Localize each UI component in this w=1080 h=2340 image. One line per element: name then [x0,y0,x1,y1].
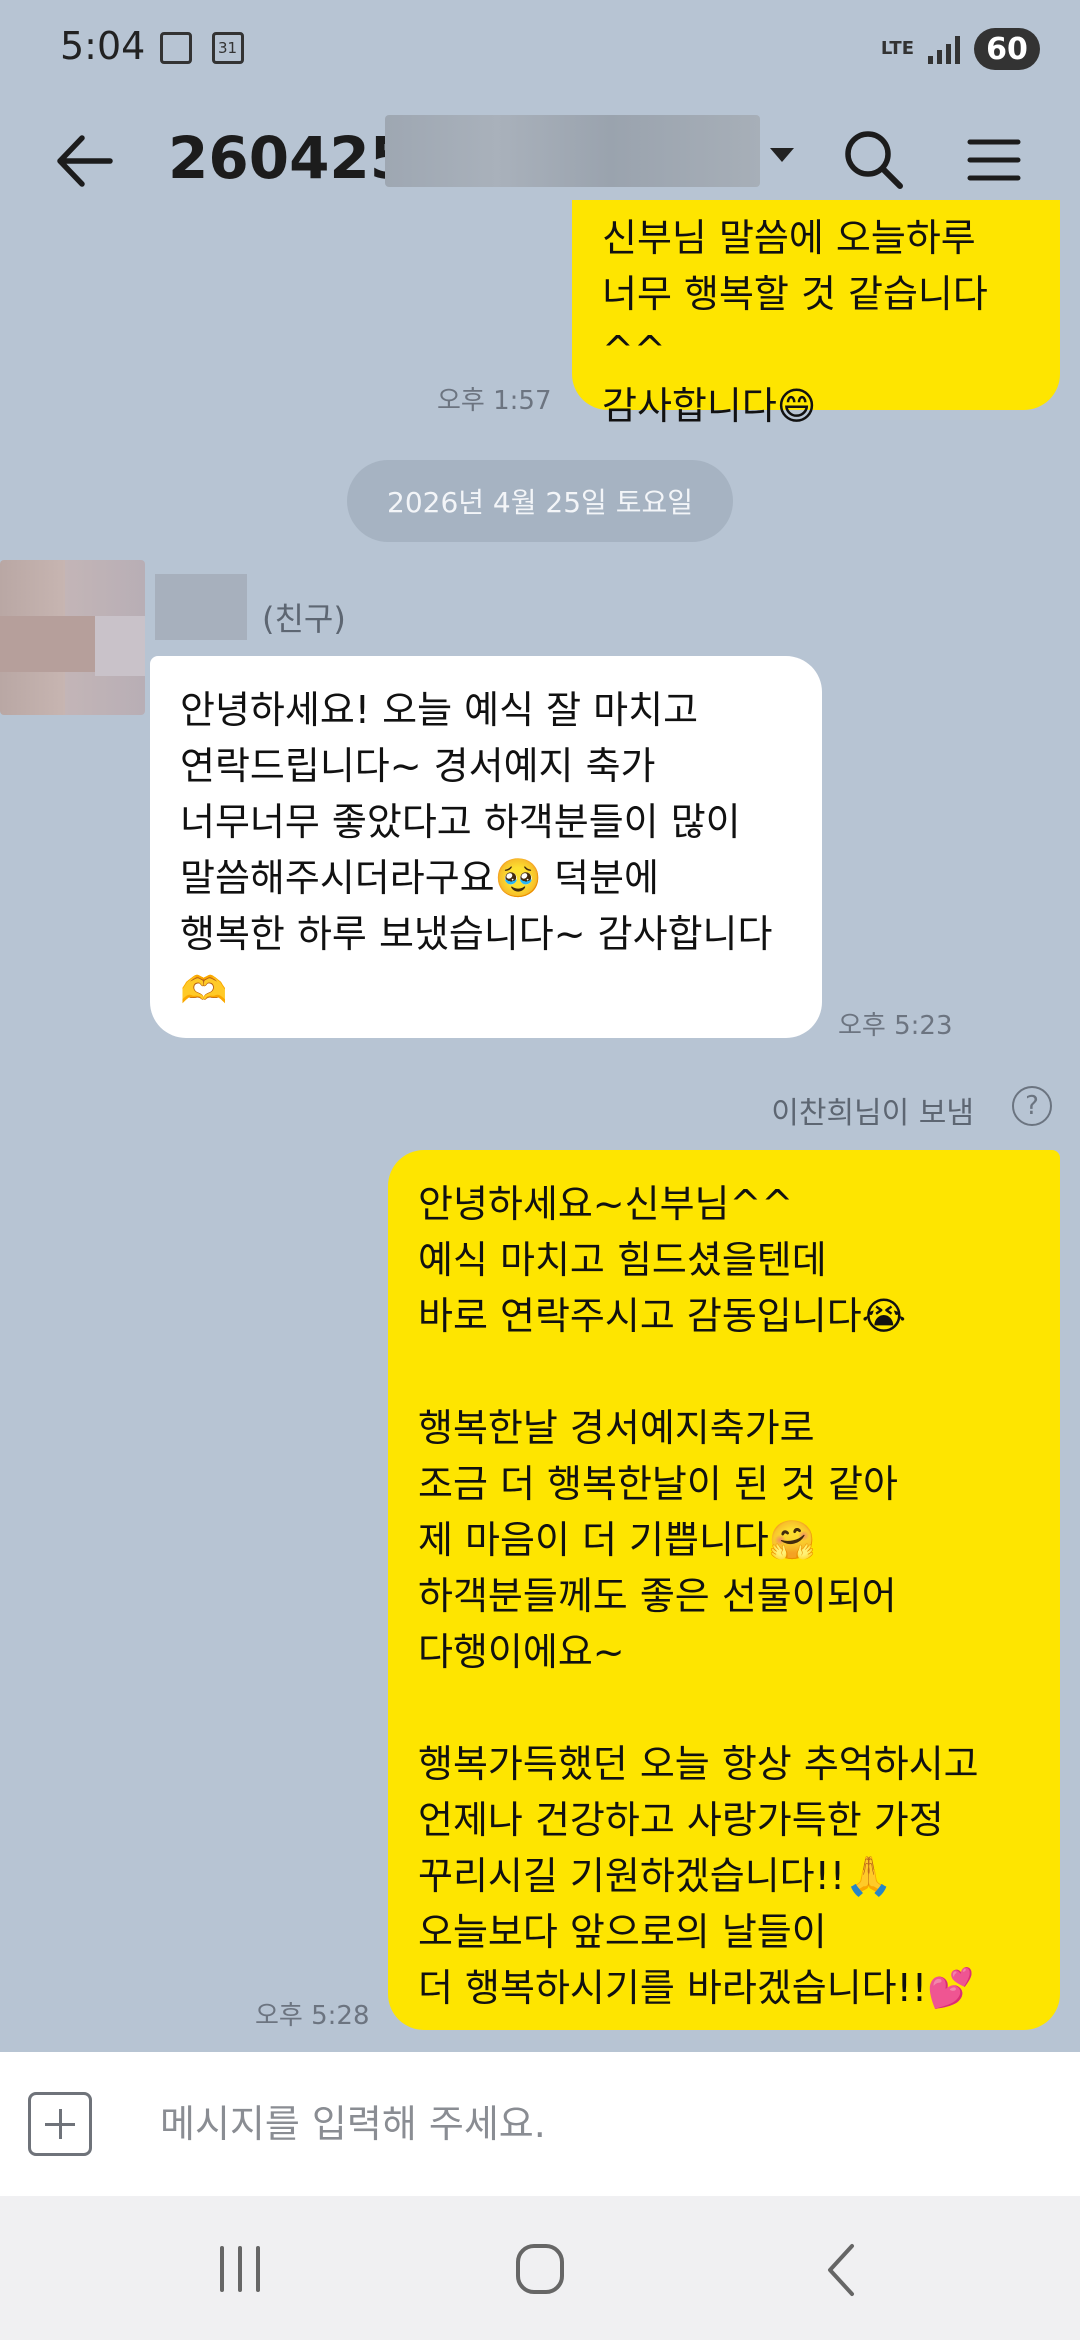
chevron-down-icon[interactable] [770,148,794,162]
help-icon[interactable]: ? [1012,1086,1052,1126]
chat-room-title[interactable]: 260425 [168,124,410,192]
message-time: 오후 5:23 [838,1011,953,1041]
calendar-date-icon [212,32,244,64]
system-nav-bar [0,2196,1080,2340]
their-message-bubble[interactable]: 안녕하세요! 오늘 예식 잘 마치고 연락드립니다~ 경서예지 축가 너무너무 … [150,656,822,1038]
sender-tag: (친구) [262,600,346,638]
recent-apps-button[interactable] [200,2240,280,2300]
back-nav-icon [828,2244,854,2296]
calendar-app-icon [160,32,192,64]
battery-indicator: 60 [974,28,1040,70]
search-icon [845,131,903,189]
notification-icons [160,32,244,64]
status-right: LTE 60 [881,28,1040,70]
message-time: 오후 1:57 [437,386,552,416]
blurred-sender-name [155,574,247,640]
search-button[interactable] [838,124,908,194]
my-message-bubble[interactable]: 안녕하세요~신부님^^ 예식 마치고 힘드셨을텐데 바로 연락주시고 감동입니다… [388,1150,1060,2030]
add-attachment-button[interactable] [28,2092,92,2156]
home-icon [516,2244,564,2294]
date-divider: 2026년 4월 25일 토요일 [347,460,733,542]
signal-icon [928,34,960,64]
back-nav-button[interactable] [800,2240,880,2300]
message-time: 오후 5:28 [255,2001,370,2031]
menu-icon [967,139,1021,181]
blurred-title-region [385,115,760,187]
message-input-bar [0,2052,1080,2196]
home-button[interactable] [500,2240,580,2300]
network-type: LTE [880,38,914,59]
message-input[interactable] [160,2088,1040,2160]
status-time: 5:04 [60,24,146,68]
recent-apps-icon [220,2246,260,2292]
sent-by-label: 이찬희님이 보냄 [771,1096,974,1131]
status-bar: 5:04 LTE 60 [0,0,1080,100]
menu-button[interactable] [962,128,1026,192]
my-message-bubble[interactable]: 신부님 말씀에 오늘하루 너무 행복할 것 같습니다^^ 감사합니다😄 [572,200,1060,428]
avatar[interactable] [0,560,145,715]
back-arrow-icon [57,135,113,187]
back-button[interactable] [50,126,120,196]
